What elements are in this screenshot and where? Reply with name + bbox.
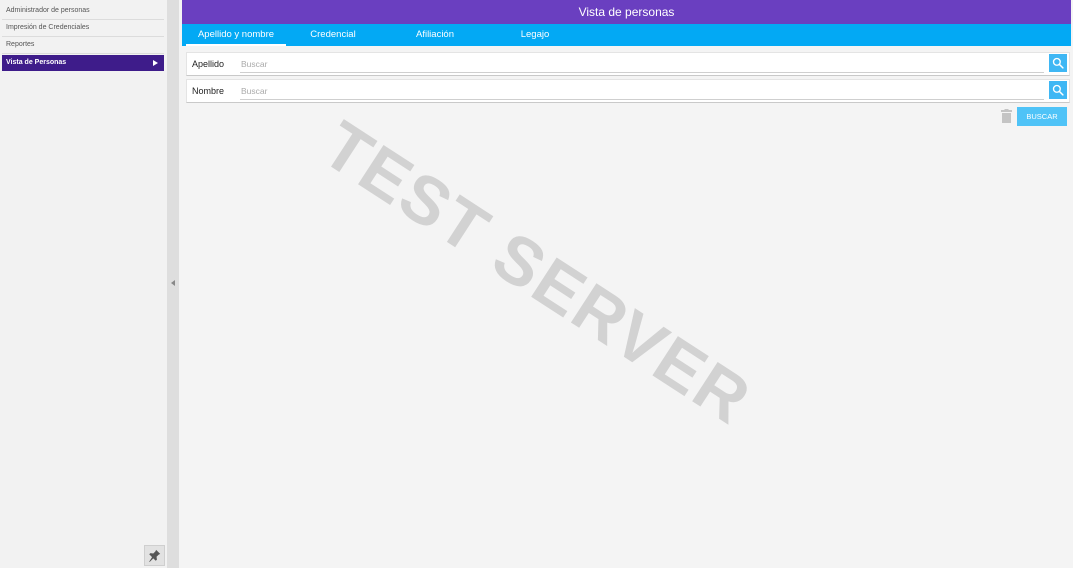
clear-button[interactable] <box>1001 109 1012 123</box>
sidebar-item-impresion-de-credenciales[interactable]: Impresión de Credenciales <box>2 20 164 37</box>
sidebar-menu: Administrador de personas Impresión de C… <box>2 3 164 71</box>
tab-label: Apellido y nombre <box>197 29 275 40</box>
sidebar-item-label: Administrador de personas <box>6 7 90 14</box>
apellido-row: Apellido <box>186 52 1070 76</box>
tab-credencial[interactable]: Credencial <box>288 24 378 46</box>
app-window: Administrador de personas Impresión de C… <box>0 0 1073 568</box>
apellido-label: Apellido <box>192 59 225 69</box>
sidebar: Administrador de personas Impresión de C… <box>0 0 167 568</box>
collapse-left-icon[interactable] <box>171 280 175 286</box>
apellido-input[interactable] <box>240 56 1044 73</box>
sidebar-item-label: Impresión de Credenciales <box>6 24 90 31</box>
main-panel: Vista de personas Apellido y nombre Cred… <box>182 0 1071 568</box>
chevron-right-icon <box>153 60 158 66</box>
tab-legajo[interactable]: Legajo <box>490 24 580 46</box>
tab-label: Afiliación <box>415 29 455 40</box>
trash-icon <box>1001 109 1012 123</box>
pin-icon <box>149 549 161 562</box>
tab-bar: Apellido y nombre Credencial Afiliación … <box>182 24 1071 46</box>
page-title: Vista de personas <box>182 0 1071 24</box>
sidebar-item-reportes[interactable]: Reportes <box>2 37 164 54</box>
apellido-search-button[interactable] <box>1049 54 1067 72</box>
tab-label: Credencial <box>310 29 356 40</box>
tab-label: Legajo <box>520 29 550 40</box>
search-icon <box>1052 57 1064 69</box>
nombre-row: Nombre <box>186 79 1070 103</box>
sidebar-item-administrador-de-personas[interactable]: Administrador de personas <box>2 3 164 20</box>
nombre-label: Nombre <box>192 86 225 96</box>
nombre-search-button[interactable] <box>1049 81 1067 99</box>
sidebar-splitter[interactable] <box>167 0 179 568</box>
search-icon <box>1052 84 1064 96</box>
buscar-button[interactable]: BUSCAR <box>1017 107 1067 126</box>
tab-afiliacion[interactable]: Afiliación <box>390 24 480 46</box>
sidebar-item-label: Vista de Personas <box>6 59 67 66</box>
tab-apellido-y-nombre[interactable]: Apellido y nombre <box>186 24 286 46</box>
nombre-input[interactable] <box>240 83 1044 100</box>
pin-button[interactable] <box>144 545 165 566</box>
sidebar-item-vista-de-personas[interactable]: Vista de Personas <box>2 55 164 71</box>
sidebar-item-label: Reportes <box>6 41 35 48</box>
